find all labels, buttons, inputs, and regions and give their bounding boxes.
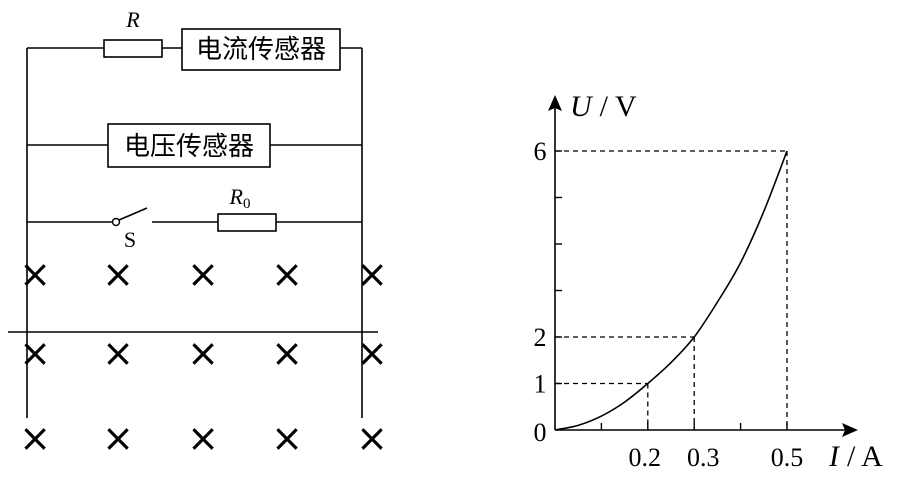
y-axis-label-unit: / V xyxy=(600,90,637,123)
y-axis-label-var: U xyxy=(570,90,594,123)
field-cross-0-0: × xyxy=(19,252,51,296)
figure: R 电流传感器 电压传感器 S R0 × × × × ×× × × × ×× × × × × U / V xyxy=(8,7,884,473)
field-cross-2-1: × xyxy=(102,416,134,460)
y-tick-labels: 1 2 6 xyxy=(534,137,547,399)
field-cross-0-2: × xyxy=(187,252,219,296)
resistor-r0-label-sub: 0 xyxy=(243,196,251,212)
field-cross-1-1: × xyxy=(102,331,134,375)
field-cross-2-0: × xyxy=(19,416,51,460)
resistor-r0-label-main: R xyxy=(229,184,244,209)
origin-label: 0 xyxy=(534,418,547,447)
switch-contact xyxy=(111,217,121,227)
field-cross-1-2: × xyxy=(187,331,219,375)
x-axis-label-unit: / A xyxy=(847,440,883,473)
field-cross-0-3: × xyxy=(271,252,303,296)
field-cross-2-4: × xyxy=(356,416,388,460)
voltage-sensor-label: 电压传感器 xyxy=(124,132,254,162)
field-cross-1-4: × xyxy=(356,331,388,375)
resistor-r0-label: R0 xyxy=(229,184,251,212)
y-axis-ticks xyxy=(555,150,562,385)
y-tick-label-0: 1 xyxy=(534,370,547,399)
current-sensor-label: 电流传感器 xyxy=(196,35,326,65)
x-tick-label-2: 0.5 xyxy=(771,443,804,472)
dashed-guides xyxy=(555,150,788,430)
field-cross-2-3: × xyxy=(271,416,303,460)
field-cross-0-4: × xyxy=(356,252,388,296)
field-cross-1-3: × xyxy=(271,331,303,375)
x-tick-labels: 0.2 0.3 0.5 xyxy=(629,443,804,472)
x-axis-label: I / A xyxy=(828,440,883,473)
y-tick-label-2: 6 xyxy=(534,137,547,166)
resistor-r xyxy=(103,39,163,58)
x-tick-label-0: 0.2 xyxy=(629,443,662,472)
switch-label: S xyxy=(124,227,136,252)
switch-blade xyxy=(118,207,148,221)
circuit-diagram: R 电流传感器 电压传感器 S R0 × × × × ×× × × × ×× × × × × xyxy=(8,7,388,460)
y-axis-label: U / V xyxy=(570,90,637,123)
field-cross-0-1: × xyxy=(102,252,134,296)
u-i-graph: U / V I / A 0 0.2 0.3 0.5 1 2 6 xyxy=(534,90,884,473)
field-cross-2-2: × xyxy=(187,416,219,460)
u-i-curve xyxy=(554,150,788,431)
x-axis-label-var: I xyxy=(828,440,841,473)
field-cross-1-0: × xyxy=(19,331,51,375)
resistor-r-label: R xyxy=(125,7,140,32)
resistor-r0 xyxy=(217,213,277,232)
y-tick-label-1: 2 xyxy=(534,323,547,352)
x-tick-label-1: 0.3 xyxy=(687,443,720,472)
magnetic-field: × × × × × × × × × × × × × × × xyxy=(19,252,388,460)
